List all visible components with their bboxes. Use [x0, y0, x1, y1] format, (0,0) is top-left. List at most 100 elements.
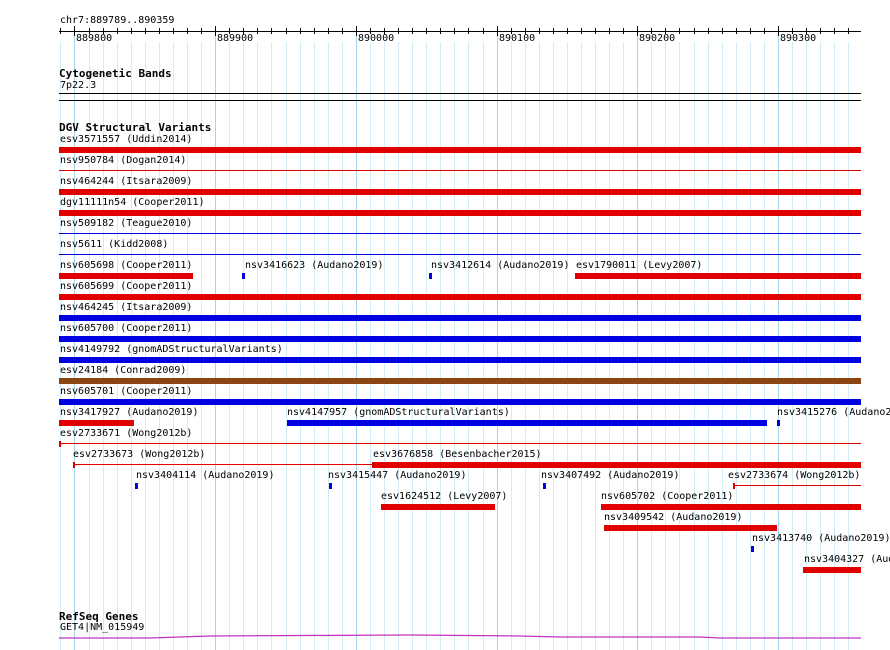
- ruler-minor-tick: [595, 28, 596, 34]
- sv-feature-bar[interactable]: [59, 357, 861, 363]
- sv-feature-label[interactable]: nsv3404114 (Audano2019): [136, 470, 274, 482]
- ruler-major-tick: [215, 26, 216, 36]
- ruler-major-tick: [778, 26, 779, 36]
- sv-feature-bar[interactable]: [751, 546, 754, 552]
- sv-feature-bar[interactable]: [575, 273, 861, 279]
- sv-feature-bar[interactable]: [59, 233, 861, 234]
- sv-feature-bar[interactable]: [329, 483, 332, 489]
- ruler-minor-tick: [398, 28, 399, 34]
- ruler-minor-tick: [173, 28, 174, 34]
- ruler-minor-tick: [834, 28, 835, 34]
- sv-feature-label[interactable]: nsv4147957 (gnomADStructuralVariants): [287, 407, 510, 419]
- sv-feature-label[interactable]: nsv464245 (Itsara2009): [60, 302, 192, 314]
- sv-feature-bar[interactable]: [135, 483, 138, 489]
- sv-feature-label[interactable]: nsv605701 (Cooper2011): [60, 386, 192, 398]
- sv-feature-bar[interactable]: [242, 273, 245, 279]
- ruler-minor-tick: [159, 28, 160, 34]
- ruler-minor-tick: [145, 28, 146, 34]
- sv-feature-bar[interactable]: [59, 273, 193, 279]
- sv-feature-label[interactable]: nsv605698 (Cooper2011): [60, 260, 192, 272]
- ruler-major-tick: [356, 26, 357, 36]
- sv-feature-label[interactable]: nsv509182 (Teague2010): [60, 218, 192, 230]
- ruler-minor-tick: [609, 28, 610, 34]
- sv-feature-label[interactable]: nsv3413740 (Audano2019): [752, 533, 890, 545]
- sv-feature-label[interactable]: nsv3415276 (Audano2019): [777, 407, 890, 419]
- sv-feature-bar[interactable]: [59, 170, 861, 171]
- sv-feature-bar[interactable]: [59, 147, 861, 153]
- sv-feature-label[interactable]: esv24184 (Conrad2009): [60, 365, 186, 377]
- sv-feature-bar[interactable]: [59, 254, 861, 255]
- sv-feature-bar[interactable]: [803, 567, 861, 573]
- ruler-tick-label: 889900: [217, 33, 254, 44]
- ruler-minor-tick: [454, 28, 455, 34]
- ruler-minor-tick: [286, 28, 287, 34]
- cytoband-label: 7p22.3: [60, 80, 97, 91]
- sv-feature-bar[interactable]: [777, 420, 780, 426]
- ruler-minor-tick: [440, 28, 441, 34]
- ruler-minor-tick: [553, 28, 554, 34]
- sv-feature-cap: [59, 441, 61, 447]
- ruler-minor-tick: [342, 28, 343, 34]
- sv-feature-bar[interactable]: [543, 483, 546, 489]
- ruler-minor-tick: [201, 28, 202, 34]
- sv-feature-bar[interactable]: [59, 378, 861, 384]
- sv-feature-cap: [733, 483, 735, 489]
- ruler-minor-tick: [750, 28, 751, 34]
- sv-feature-label[interactable]: nsv4149792 (gnomADStructuralVariants): [60, 344, 283, 356]
- sv-feature-bar[interactable]: [59, 420, 134, 426]
- sv-feature-label[interactable]: dgv11111n54 (Cooper2011): [60, 197, 205, 209]
- sv-feature-bar[interactable]: [374, 462, 861, 468]
- sv-feature-label[interactable]: nsv3417927 (Audano2019): [60, 407, 198, 419]
- sv-feature-bar[interactable]: [59, 399, 861, 405]
- ruler-minor-tick: [412, 28, 413, 34]
- sv-feature-bar[interactable]: [601, 504, 861, 510]
- ruler-minor-tick: [736, 28, 737, 34]
- sv-feature-bar[interactable]: [59, 336, 861, 342]
- sv-feature-label[interactable]: esv2733674 (Wong2012b): [728, 470, 860, 482]
- sv-feature-label[interactable]: nsv3409542 (Audano2019): [604, 512, 742, 524]
- ruler-major-tick: [637, 26, 638, 36]
- sv-feature-label[interactable]: esv3676858 (Besenbacher2015): [373, 449, 542, 461]
- sv-feature-label[interactable]: esv2733671 (Wong2012b): [60, 428, 192, 440]
- sv-feature-label[interactable]: nsv605699 (Cooper2011): [60, 281, 192, 293]
- ruler-minor-tick: [623, 28, 624, 34]
- sv-feature-bar[interactable]: [59, 443, 861, 444]
- ruler-major-tick: [497, 26, 498, 36]
- sv-feature-label[interactable]: nsv605700 (Cooper2011): [60, 323, 192, 335]
- sv-feature-label[interactable]: nsv3416623 (Audano2019): [245, 260, 383, 272]
- sv-feature-label[interactable]: nsv605702 (Cooper2011): [601, 491, 733, 503]
- dgv-track-title: DGV Structural Variants: [59, 121, 212, 134]
- sv-feature-label[interactable]: nsv3415447 (Audano2019): [328, 470, 466, 482]
- refseq-gene-line: [59, 634, 861, 639]
- ruler-tick-label: 890100: [499, 33, 536, 44]
- sv-feature-label[interactable]: nsv5611 (Kidd2008): [60, 239, 168, 251]
- ruler-minor-tick: [187, 28, 188, 34]
- location-label: chr7:889789..890359: [60, 15, 175, 26]
- sv-feature-label[interactable]: nsv3404327 (Audano2019): [804, 554, 890, 566]
- sv-feature-label[interactable]: nsv3412614 (Audano2019): [431, 260, 569, 272]
- sv-feature-label[interactable]: esv3571557 (Uddin2014): [60, 134, 192, 146]
- sv-feature-label[interactable]: esv1790011 (Levy2007): [576, 260, 702, 272]
- sv-feature-label[interactable]: nsv464244 (Itsara2009): [60, 176, 192, 188]
- ruler-minor-tick: [764, 28, 765, 34]
- sv-feature-bar[interactable]: [429, 273, 432, 279]
- sv-feature-bar[interactable]: [287, 420, 767, 426]
- sv-feature-bar[interactable]: [381, 504, 495, 510]
- sv-feature-label[interactable]: nsv950784 (Dogan2014): [60, 155, 186, 167]
- cytoband-bar: [59, 93, 861, 94]
- ruler-minor-tick: [468, 28, 469, 34]
- ruler-minor-tick: [581, 28, 582, 34]
- ruler-minor-tick: [722, 28, 723, 34]
- sv-feature-bar[interactable]: [59, 294, 861, 300]
- sv-feature-bar[interactable]: [59, 315, 861, 321]
- sv-feature-bar[interactable]: [604, 525, 777, 531]
- sv-feature-bar[interactable]: [733, 485, 861, 486]
- genome-browser-view: chr7:889789..890359 889800 889900 890000 89…: [0, 0, 890, 650]
- sv-feature-label[interactable]: esv2733673 (Wong2012b): [73, 449, 205, 461]
- sv-feature-bar[interactable]: [59, 189, 861, 195]
- sv-feature-bar[interactable]: [59, 210, 861, 216]
- sv-feature-bar[interactable]: [73, 464, 374, 465]
- sv-feature-label[interactable]: nsv3407492 (Audano2019): [541, 470, 679, 482]
- sv-feature-label[interactable]: esv1624512 (Levy2007): [381, 491, 507, 503]
- cytoband-bar-bottom: [59, 100, 861, 101]
